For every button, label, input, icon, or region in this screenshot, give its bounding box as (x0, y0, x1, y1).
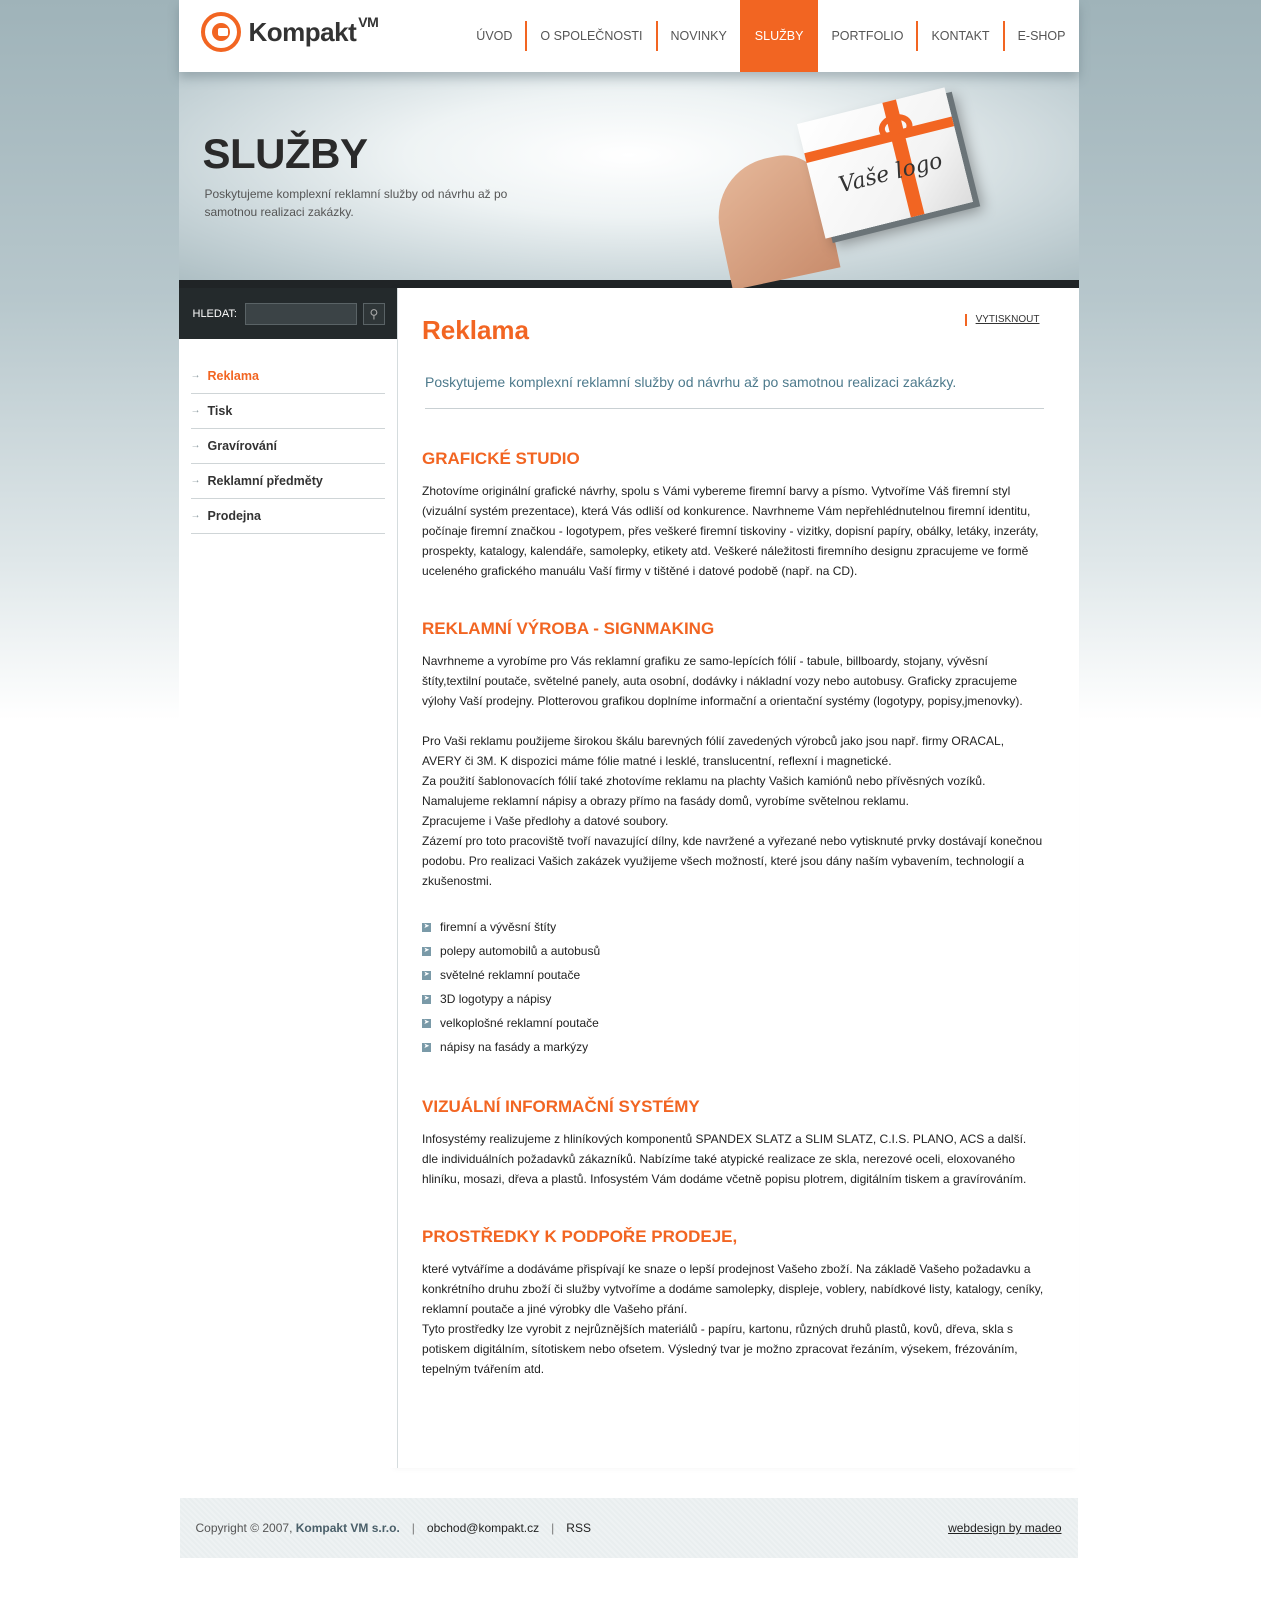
sidebar: HLEDAT: ⚲ → Reklama → Tisk → Gravírování → R… (178, 288, 398, 1468)
logo-mark-icon (200, 12, 241, 52)
main-content: Reklama VYTISKNOUT Poskytujeme komplexní… (397, 288, 1079, 1468)
sidebar-item-tisk[interactable]: → Tisk (190, 394, 386, 429)
page: Kompakt VM ÚVOD O SPOLEČNOSTI NOVINKY SLU… (178, 0, 1079, 1558)
footer-separator: | (411, 1521, 415, 1535)
arrow-right-icon: → (190, 405, 201, 416)
logo-text: Kompakt VM (248, 13, 379, 47)
banner-text: Poskytujeme komplexní reklamní služby od… (204, 187, 508, 219)
intro-text: Poskytujeme komplexní reklamní služby od… (425, 374, 1044, 409)
bullet-arrow-icon: ➤ (422, 994, 432, 1004)
banner-title: SLUŽBY (202, 130, 369, 177)
company-name: Kompakt VM s.r.o. (295, 1521, 400, 1535)
service-list: ➤ firemní a vývěsní štíty ➤ polepy automob… (422, 915, 1043, 1059)
search-button[interactable]: ⚲ (362, 302, 385, 325)
section-paragraph: Pro Vaši reklamu použijeme širokou škálu… (422, 734, 1043, 888)
copyright-text: Copyright © 2007, (195, 1521, 293, 1535)
bullet-arrow-icon: ➤ (422, 1042, 432, 1052)
bullet-arrow-icon: ➤ (422, 1018, 432, 1028)
rss-link[interactable]: RSS (566, 1521, 591, 1535)
list-item: ➤ světelné reklamní poutače (422, 968, 581, 982)
section-paragraph: které vytváříme a dodáváme přispívají ke… (422, 1262, 1044, 1376)
nav-uvod[interactable]: ÚVOD (463, 21, 525, 51)
list-item: ➤ firemní a vývěsní štíty (422, 920, 557, 934)
footer-left: Copyright © 2007, Kompakt VM s.r.o. | ob… (180, 1521, 591, 1535)
nav-portfolio[interactable]: PORTFOLIO (818, 21, 916, 51)
nav-o-spolecnosti[interactable]: O SPOLEČNOSTI (525, 21, 655, 51)
section-paragraph: Infosystémy realizujeme z hliníkových ko… (422, 1132, 1027, 1186)
section-paragraph: Zhotovíme originální grafické návrhy, sp… (422, 484, 1039, 578)
arrow-right-icon: → (190, 370, 201, 381)
bullet-arrow-icon: ➤ (422, 970, 432, 980)
section-heading: REKLAMNÍ VÝROBA - SIGNMAKING (422, 619, 715, 638)
sidebar-menu: → Reklama → Tisk → Gravírování → Reklamní př… (190, 359, 386, 534)
arrow-right-icon: → (190, 440, 201, 451)
bullet-arrow-icon: ➤ (422, 946, 432, 956)
list-item: ➤ 3D logotypy a nápisy (422, 992, 552, 1006)
banner-divider (178, 280, 1079, 288)
sidebar-item-gravirovani[interactable]: → Gravírování (190, 429, 386, 464)
bullet-arrow-icon: ➤ (422, 922, 432, 932)
gift-card-image: Vaše logo (796, 87, 973, 239)
main-nav: ÚVOD O SPOLEČNOSTI NOVINKY SLUŽBY PORTFO… (463, 0, 1078, 72)
search-icon: ⚲ (369, 306, 379, 321)
list-item: ➤ velkoplošné reklamní poutače (422, 1016, 599, 1030)
search-input[interactable] (244, 302, 357, 325)
search-label: HLEDAT: (192, 307, 237, 320)
email-link[interactable]: obchod@kompakt.cz (427, 1521, 539, 1535)
nav-sluzby[interactable]: SLUŽBY (739, 0, 819, 72)
content-area: HLEDAT: ⚲ → Reklama → Tisk → Gravírování → R… (178, 288, 1079, 1468)
header: Kompakt VM ÚVOD O SPOLEČNOSTI NOVINKY SLU… (178, 0, 1079, 72)
card-logo-text: Vaše logo (835, 148, 945, 199)
nav-kontakt[interactable]: KONTAKT (916, 21, 1002, 51)
arrow-right-icon: → (190, 510, 201, 521)
print-link[interactable]: VYTISKNOUT (964, 314, 1040, 326)
nav-novinky[interactable]: NOVINKY (655, 21, 740, 51)
sidebar-item-prodejna[interactable]: → Prodejna (190, 499, 386, 534)
list-item: ➤ nápisy na fasády a markýzy (422, 1040, 589, 1054)
footer-separator: | (551, 1521, 555, 1535)
section-heading: GRAFICKÉ STUDIO (422, 449, 580, 468)
webdesign-credit-link[interactable]: webdesign by madeo (948, 1521, 1061, 1535)
logo[interactable]: Kompakt VM (200, 12, 379, 52)
section-heading: VIZUÁLNÍ INFORMAČNÍ SYSTÉMY (422, 1097, 700, 1116)
sidebar-item-reklama[interactable]: → Reklama (190, 359, 386, 394)
section-paragraph: Navrhneme a vyrobíme pro Vás reklamní gr… (422, 654, 1023, 708)
page-title: Reklama (422, 315, 529, 345)
search-box: HLEDAT: ⚲ (178, 288, 398, 339)
arrow-right-icon: → (190, 475, 201, 486)
footer: Copyright © 2007, Kompakt VM s.r.o. | ob… (179, 1498, 1078, 1558)
section-heading: PROSTŘEDKY K PODPOŘE PRODEJE, (422, 1227, 738, 1246)
banner: SLUŽBY Poskytujeme komplexní reklamní sl… (178, 72, 1079, 291)
list-item: ➤ polepy automobilů a autobusů (422, 944, 601, 958)
nav-e-shop[interactable]: E-SHOP (1002, 21, 1079, 51)
sidebar-item-reklamni-predmety[interactable]: → Reklamní předměty (190, 464, 386, 499)
main-header: Reklama VYTISKNOUT (422, 288, 1043, 348)
